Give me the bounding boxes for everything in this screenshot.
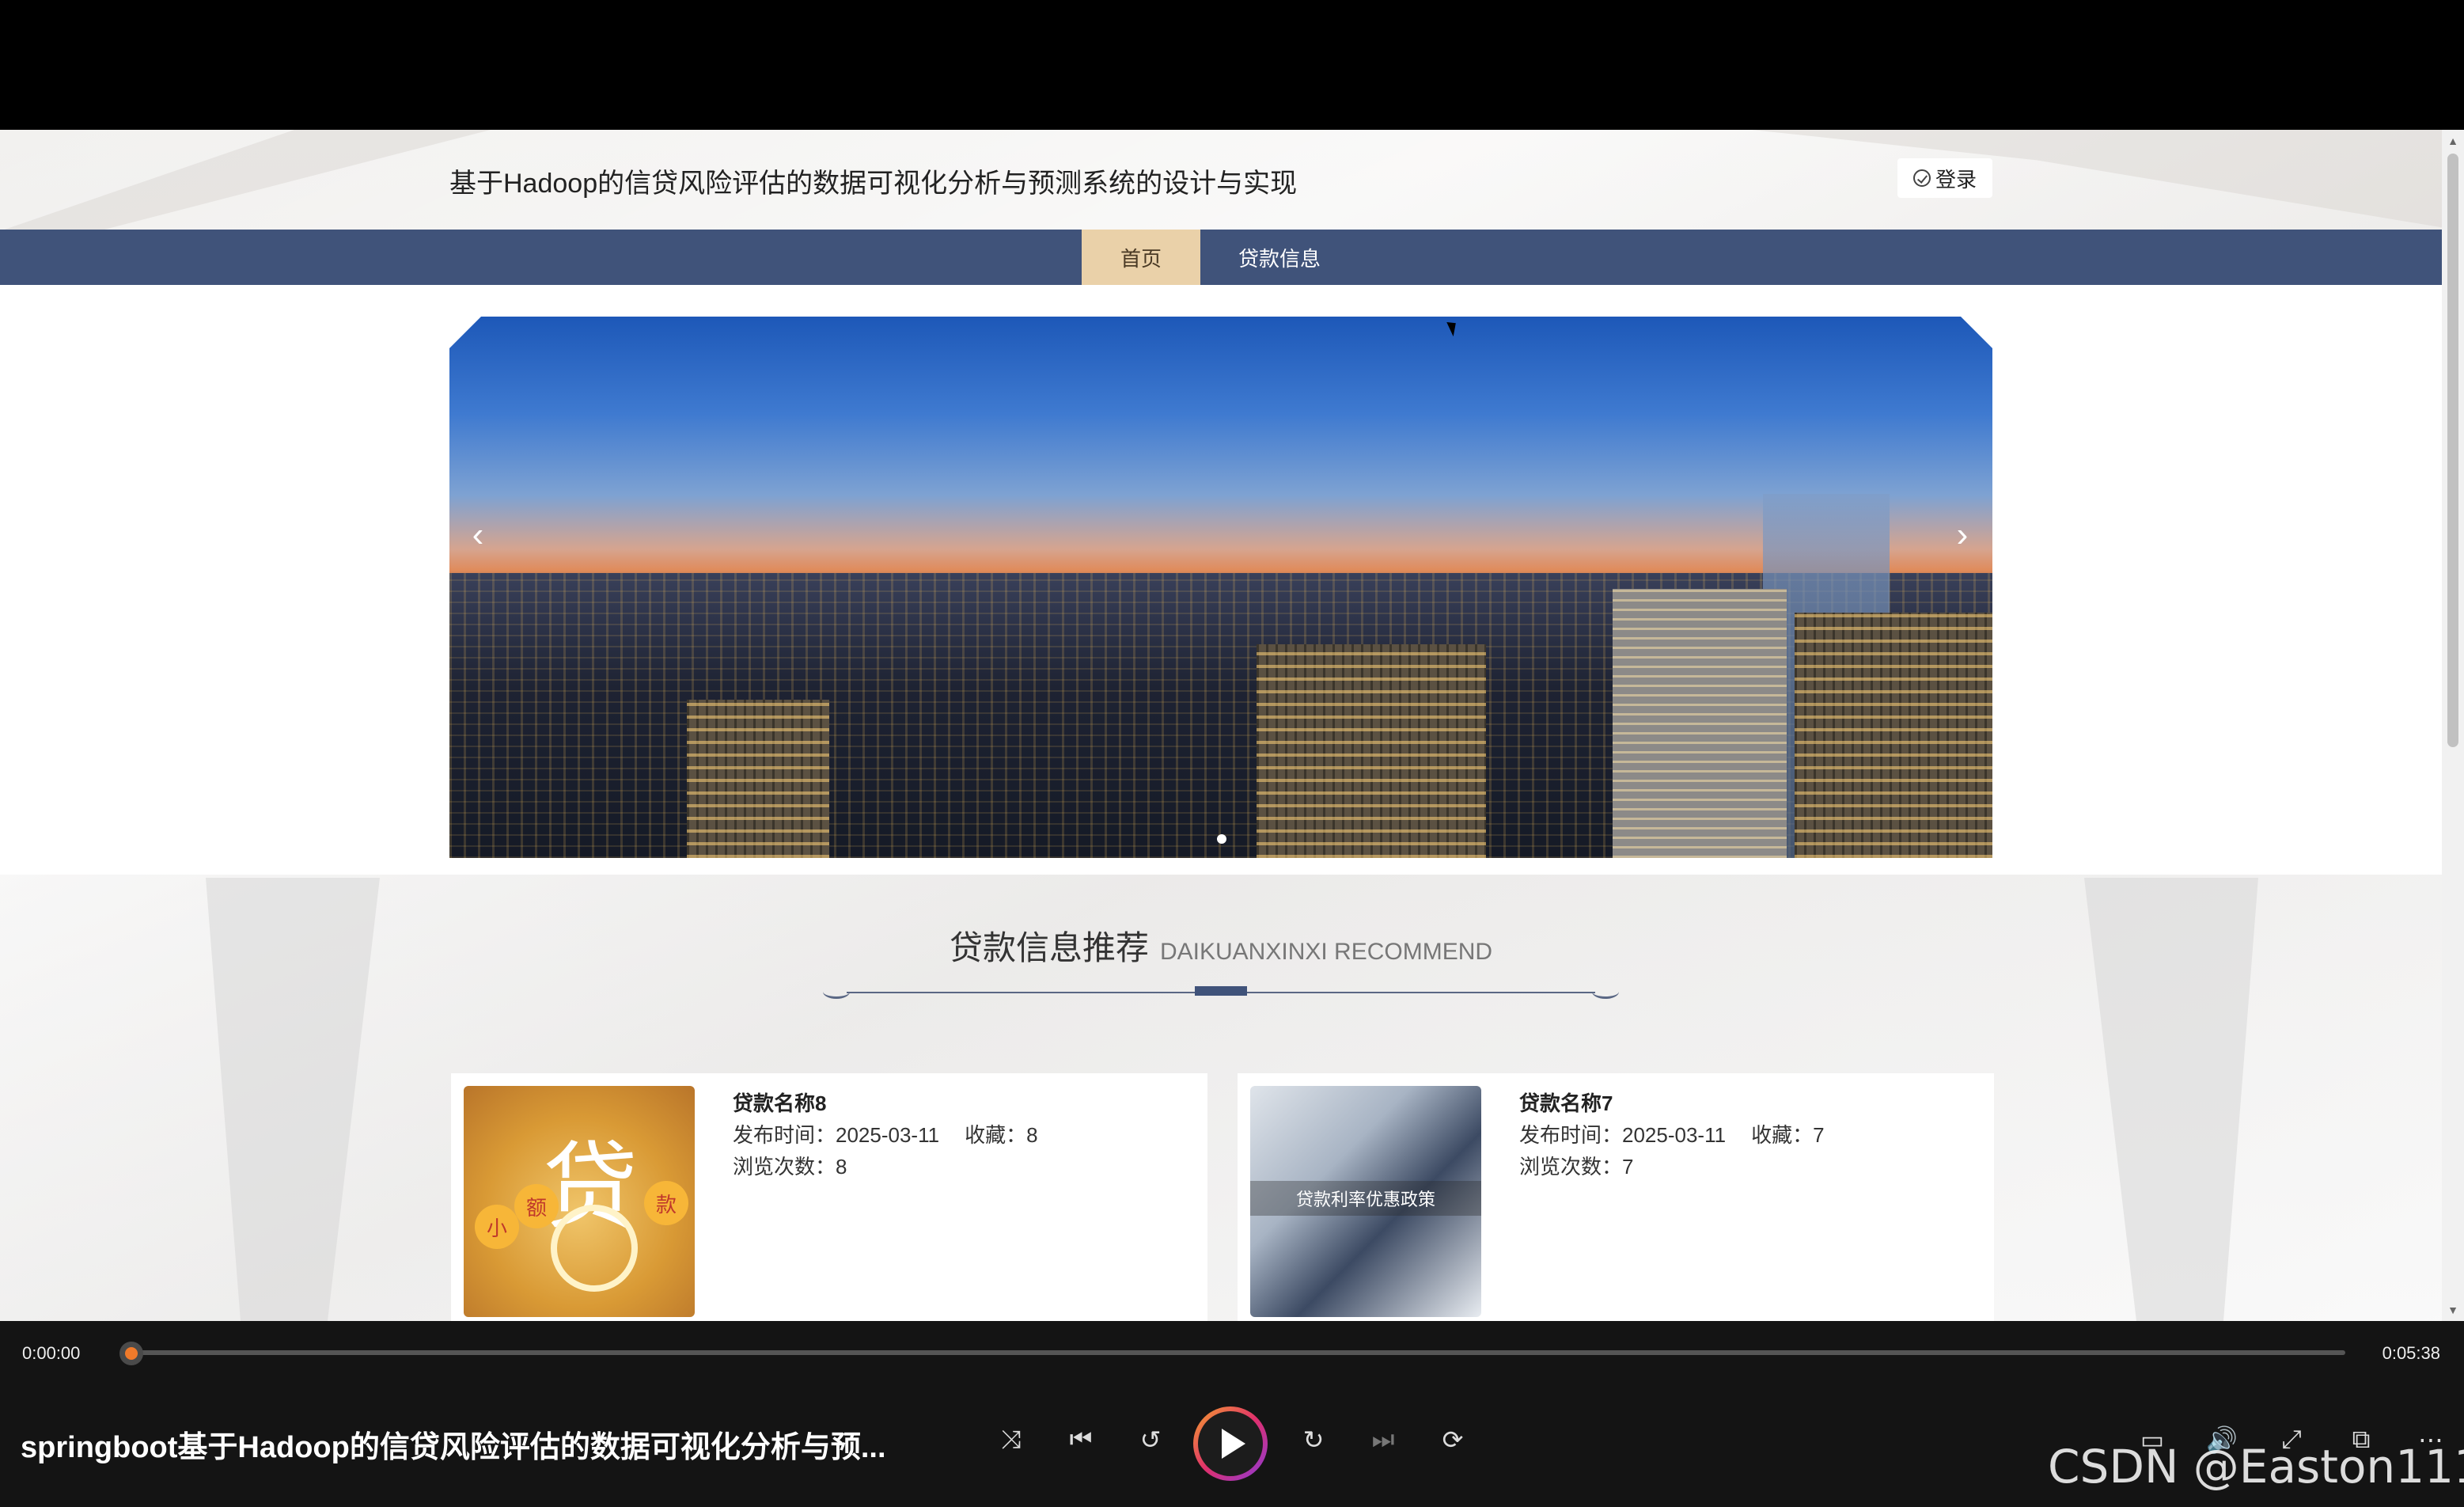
repeat-icon[interactable]: ⟳ [1432,1419,1473,1460]
building [1257,644,1486,858]
rewind-10-icon[interactable]: ↺ [1130,1419,1171,1460]
carousel-indicator-dot[interactable] [1217,834,1226,844]
current-time: 0:00:00 [22,1343,81,1363]
video-top-bar [0,0,2464,130]
video-title: springboot基于Hadoop的信贷风险评估的数据可视化分析与预... [21,1431,886,1464]
nav-item-loan-info[interactable]: 贷款信息 [1200,230,1359,285]
watermark: CSDN @Easton111 [2048,1440,2464,1494]
carousel-prev-icon[interactable]: ‹ [462,518,494,552]
views-count: 8 [836,1155,847,1179]
section-divider [823,985,1619,1000]
section-heading: 贷款信息推荐 DAIKUANXINXI RECOMMEND [0,921,2442,970]
check-circle-icon [1912,169,1931,187]
publish-date: 2025-03-11 [1622,1123,1727,1147]
views-label: 浏览次数： [1519,1155,1623,1179]
coin-icon: 额 [514,1184,559,1228]
divider-ornament [1592,985,1619,999]
carousel-image [449,317,1992,858]
video-player-controls: 0:00:00 0:05:38 springboot基于Hadoop的信贷风险评… [0,1321,2464,1507]
publish-label: 发布时间： [733,1123,836,1147]
divider-accent [1195,986,1247,996]
fav-label: 收藏： [965,1123,1027,1147]
play-button[interactable] [1193,1406,1268,1481]
views-label: 浏览次数： [733,1155,836,1179]
next-icon[interactable]: ⏭ [1363,1419,1404,1460]
coin-icon: 款 [644,1181,688,1225]
loan-thumbnail[interactable]: 贷款利率优惠政策 [1250,1086,1481,1317]
building [1613,589,1787,858]
site-title: 基于Hadoop的信贷风险评估的数据可视化分析与预测系统的设计与实现 [449,169,1298,199]
previous-icon[interactable]: ⏮ [1060,1419,1101,1460]
page-scrollbar[interactable]: ▲ ▼ [2442,130,2464,1321]
loan-name[interactable]: 贷款名称8 [733,1088,826,1117]
play-button-inner [1198,1411,1263,1476]
section-title-en: DAIKUANXINXI RECOMMEND [1159,939,1493,965]
loan-views: 浏览次数：8 [733,1151,847,1180]
publish-date: 2025-03-11 [836,1123,940,1147]
nav-item-home[interactable]: 首页 [1082,230,1200,285]
login-label: 登录 [1935,167,1977,192]
browser-page: 基于Hadoop的信贷风险评估的数据可视化分析与预测系统的设计与实现 登录 首页… [0,130,2464,1321]
loan-name[interactable]: 贷款名称7 [1519,1088,1613,1117]
section-title-cn: 贷款信息推荐 [949,929,1149,966]
thumbnail-caption: 贷款利率优惠政策 [1250,1181,1481,1216]
building [1795,613,1992,858]
forward-30-icon[interactable]: ↻ [1293,1419,1334,1460]
loan-meta: 发布时间：2025-03-11 收藏：7 [1519,1119,1825,1148]
fav-count: 8 [1026,1123,1038,1147]
login-button[interactable]: 登录 [1897,158,1992,198]
loan-card[interactable]: 贷款利率优惠政策 贷款名称7 发布时间：2025-03-11 收藏：7 浏览次数：… [1238,1073,1994,1321]
carousel-next-icon[interactable]: › [1947,518,1978,552]
fav-count: 7 [1813,1123,1825,1147]
fav-label: 收藏： [1751,1123,1814,1147]
loan-card[interactable]: 贷 小 额 款 贷款名称8 发布时间：2025-03-11 收藏：8 浏览次数：8 [451,1073,1207,1321]
building [687,700,829,858]
loan-thumbnail[interactable]: 贷 小 额 款 [464,1086,695,1317]
scroll-down-icon[interactable]: ▼ [2447,1304,2459,1316]
thumbnail-ring [551,1205,638,1292]
loan-meta: 发布时间：2025-03-11 收藏：8 [733,1119,1038,1148]
publish-label: 发布时间： [1519,1123,1623,1147]
divider-ornament [823,985,850,999]
scroll-up-icon[interactable]: ▲ [2447,135,2459,147]
duration: 0:05:38 [2382,1343,2440,1363]
views-count: 7 [1622,1155,1634,1179]
loan-views: 浏览次数：7 [1519,1151,1633,1180]
scrollbar-thumb[interactable] [2447,154,2458,747]
progress-handle[interactable] [119,1342,143,1365]
play-icon [1222,1429,1245,1459]
shuffle-icon[interactable]: ⤨ [991,1419,1032,1460]
progress-track[interactable] [131,1350,2345,1355]
coin-icon: 小 [475,1205,519,1249]
